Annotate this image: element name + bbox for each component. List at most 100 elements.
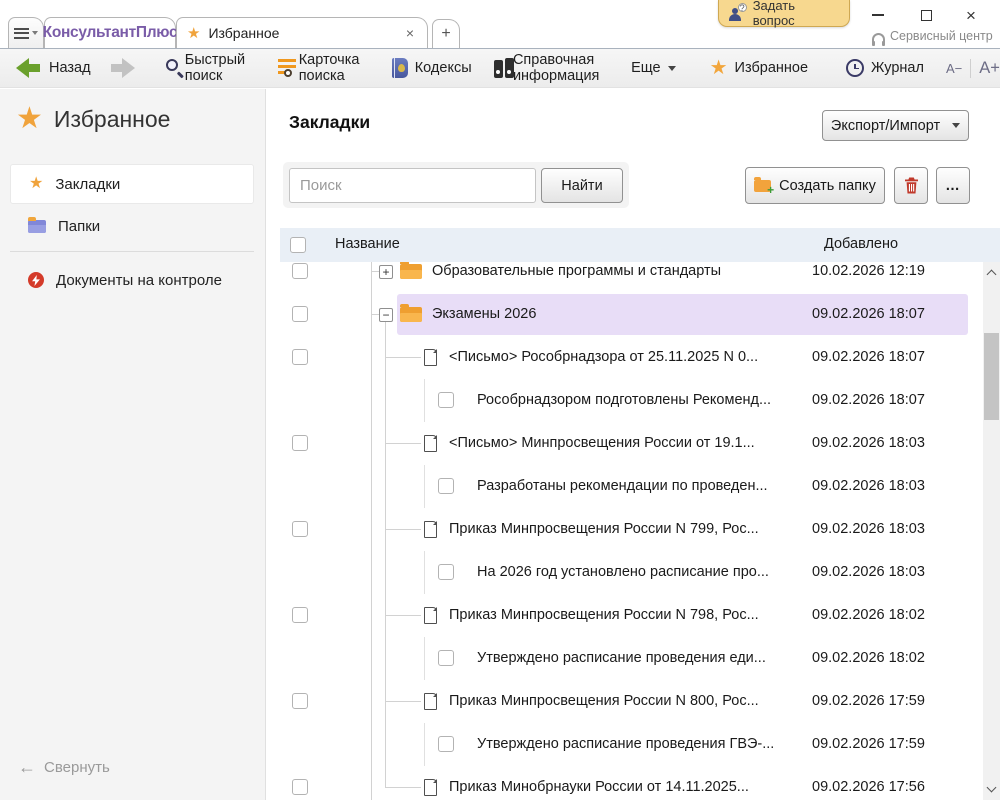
row-checkbox[interactable] [438, 736, 454, 752]
back-button[interactable]: Назад [10, 52, 97, 84]
journal-button[interactable]: Журнал [840, 52, 930, 84]
document-icon [424, 693, 437, 710]
brand-logo-text: КонсультантПлюс [42, 24, 178, 41]
vertical-scrollbar[interactable] [983, 262, 1000, 800]
table-row[interactable]: Приказ Минпросвещения России N 799, Рос.… [280, 508, 983, 551]
journal-label: Журнал [871, 60, 924, 76]
delete-button[interactable] [894, 167, 928, 204]
create-folder-label: Создать папку [779, 177, 876, 194]
row-title: <Письмо> Минпросвещения России от 19.1..… [449, 435, 755, 451]
reference-info-label: Справочная информация [512, 52, 600, 84]
row-checkbox[interactable] [438, 650, 454, 666]
table-row[interactable]: Приказ Минобрнауки России от 14.11.2025.… [280, 766, 983, 800]
sidebar-header: ★ Избранное [16, 104, 170, 134]
expand-toggle[interactable]: − [379, 308, 393, 322]
row-title: Приказ Минобрнауки России от 14.11.2025.… [449, 779, 749, 795]
row-checkbox[interactable] [438, 392, 454, 408]
find-button[interactable]: Найти [541, 168, 623, 203]
table-row[interactable]: Приказ Минпросвещения России N 800, Рос.… [280, 680, 983, 723]
star-icon: ★ [29, 175, 44, 192]
row-title: Разработаны рекомендации по проведен... [477, 478, 768, 494]
table-row[interactable]: Рособрнадзором подготовлены Рекоменд... 0… [280, 379, 983, 422]
font-decrease-button[interactable]: A− [938, 61, 970, 76]
search-card-label: Карточка поиска [298, 52, 360, 84]
create-folder-button[interactable]: Создать папку [745, 167, 885, 204]
export-import-button[interactable]: Экспорт/Импорт [822, 110, 969, 141]
quick-search-button[interactable]: Быстрый поиск [159, 52, 258, 84]
row-date: 09.02.2026 18:02 [812, 607, 925, 623]
table-row[interactable]: + Образовательные программы и стандарты 10… [280, 262, 983, 293]
table-row[interactable]: На 2026 год установлено расписание про..… [280, 551, 983, 594]
column-header-added: Добавлено [824, 236, 899, 252]
row-checkbox[interactable] [438, 478, 454, 494]
table-row[interactable]: Приказ Минпросвещения России N 798, Рос.… [280, 594, 983, 637]
font-increase-button[interactable]: A+ [970, 58, 1000, 78]
scrollbar-thumb[interactable] [984, 333, 999, 420]
service-center-link[interactable]: Сервисный центр [872, 28, 996, 46]
table-row[interactable]: <Письмо> Рособрнадзора от 25.11.2025 N 0… [280, 336, 983, 379]
table-row[interactable]: Утверждено расписание проведения еди... 0… [280, 637, 983, 680]
codes-label: Кодексы [414, 60, 472, 76]
more-actions-button[interactable]: … [936, 167, 970, 204]
row-checkbox[interactable] [438, 564, 454, 580]
clock-icon [846, 59, 865, 77]
row-checkbox[interactable] [292, 521, 308, 537]
new-tab-button[interactable]: + [432, 19, 460, 48]
chevron-down-icon [667, 65, 676, 71]
ask-question-button[interactable]: ? Задать вопрос [718, 0, 850, 28]
reference-info-button[interactable]: Справочная информация [488, 52, 615, 84]
table-row[interactable]: − Экзамены 2026 09.02.2026 18:07 [280, 293, 983, 336]
sidebar-item-label: Папки [58, 217, 101, 235]
sidebar-divider [10, 251, 254, 252]
minimize-icon [872, 14, 884, 16]
row-checkbox[interactable] [292, 435, 308, 451]
forward-button[interactable] [103, 52, 141, 84]
scroll-down-icon[interactable] [986, 782, 997, 793]
row-title: Утверждено расписание проведения еди... [477, 650, 766, 666]
trash-icon [904, 177, 918, 194]
row-title: Утверждено расписание проведения ГВЭ-... [477, 736, 775, 752]
tab-close-icon[interactable]: × [403, 25, 417, 41]
more-menu-button[interactable]: Еще [625, 52, 682, 84]
minimize-button[interactable] [862, 2, 894, 28]
search-input[interactable] [289, 168, 536, 203]
folder-plus-icon [754, 176, 774, 197]
row-date: 10.02.2026 12:19 [812, 263, 925, 279]
row-checkbox[interactable] [292, 349, 308, 365]
folder-icon [400, 262, 422, 279]
sidebar-title: Избранное [53, 105, 171, 132]
tab-favorites[interactable]: ★ Избранное × [176, 17, 428, 48]
tab-consultantplus[interactable]: КонсультантПлюс [42, 17, 178, 48]
sidebar-item-folders[interactable]: Папки [10, 206, 254, 246]
tree-connector [385, 701, 421, 702]
star-icon: ★ [187, 24, 201, 42]
expand-toggle[interactable]: + [379, 265, 393, 279]
collapse-sidebar-button[interactable]: ← Свернуть [18, 758, 110, 776]
favorites-button[interactable]: ★ Избранное [704, 52, 814, 84]
row-checkbox[interactable] [292, 306, 308, 322]
table-row[interactable]: Разработаны рекомендации по проведен... 0… [280, 465, 983, 508]
search-card-button[interactable]: Карточка поиска [272, 52, 374, 84]
select-all-checkbox[interactable] [290, 237, 306, 253]
document-icon [424, 435, 437, 452]
row-checkbox[interactable] [292, 607, 308, 623]
main-menu-button[interactable] [8, 17, 44, 48]
table-row[interactable]: Утверждено расписание проведения ГВЭ-...… [280, 723, 983, 766]
maximize-button[interactable] [910, 2, 942, 28]
row-checkbox[interactable] [292, 779, 308, 795]
codes-button[interactable]: Кодексы [386, 52, 478, 84]
row-date: 09.02.2026 18:03 [812, 521, 925, 537]
document-icon [424, 779, 437, 796]
sidebar-item-bookmarks[interactable]: ★ Закладки [10, 164, 254, 204]
close-button[interactable]: × [955, 2, 987, 28]
row-title: Рособрнадзором подготовлены Рекоменд... [477, 392, 772, 408]
scroll-up-icon[interactable] [986, 269, 997, 280]
row-checkbox[interactable] [292, 263, 308, 279]
row-date: 09.02.2026 18:03 [812, 564, 925, 580]
row-date: 09.02.2026 18:07 [812, 306, 925, 322]
table-row[interactable]: <Письмо> Минпросвещения России от 19.1..… [280, 422, 983, 465]
plus-icon: + [441, 25, 451, 42]
sidebar-item-documents-on-control[interactable]: Документы на контроле [10, 260, 254, 300]
row-checkbox[interactable] [292, 693, 308, 709]
tree-connector [385, 787, 421, 788]
